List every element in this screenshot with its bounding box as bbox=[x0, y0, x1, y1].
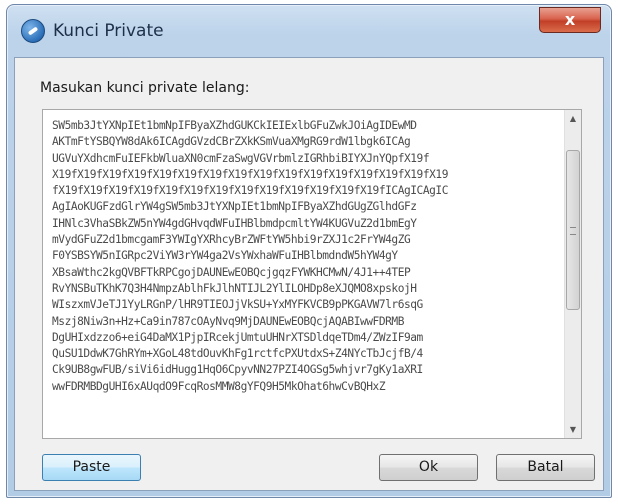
close-button[interactable]: x bbox=[539, 7, 601, 33]
private-key-textarea[interactable]: SW5mb3JtYXNpIEt1bmNpIFByaXZhdGUKCkIEIExl… bbox=[42, 109, 582, 439]
text-line: X19fX19fX19fX19fX19fX19fX19fX19fX19fX19f… bbox=[52, 167, 448, 181]
text-line: DgUHIxdzzo6+eiG4DaMX1PjpIRcekjUmtuUHNrXT… bbox=[52, 330, 423, 344]
text-line: IHNlc3VhaSBkZW5nYW4gdGHvqdWFuIHBlbmdpcml… bbox=[52, 216, 417, 230]
vertical-scrollbar[interactable]: ▲ ▼ bbox=[564, 110, 581, 438]
dialog-window: Kunci Private x Masukan kunci private le… bbox=[6, 4, 612, 498]
cancel-button[interactable]: Batal bbox=[496, 454, 595, 481]
text-line: SW5mb3JtYXNpIEt1bmNpIFByaXZhdGUKCkIEIExl… bbox=[52, 119, 417, 132]
text-line: wwFDRMBDgUHI6xAUqdO9FcqRosMMW8gYFQ9H5MkO… bbox=[52, 379, 386, 393]
text-line: Ck9UB8gwFUB/siVi6idHugg1HqO6CpyvNN27PZI4… bbox=[52, 363, 423, 377]
text-line: WIszxmVJeTJ1YyLRGnP/lHR9TIEOJjVkSU+YxMYF… bbox=[52, 298, 423, 312]
app-globe-icon bbox=[21, 19, 45, 43]
dialog-body: Masukan kunci private lelang: SW5mb3JtYX… bbox=[14, 57, 604, 491]
ok-button[interactable]: Ok bbox=[379, 454, 478, 481]
private-key-text[interactable]: SW5mb3JtYXNpIEt1bmNpIFByaXZhdGUKCkIEIExl… bbox=[52, 118, 556, 434]
scroll-thumb[interactable] bbox=[566, 150, 580, 310]
prompt-label: Masukan kunci private lelang: bbox=[40, 80, 250, 96]
scroll-up-arrow-icon[interactable]: ▲ bbox=[565, 110, 581, 127]
text-line: RvYNSBuTKhK7Q3H4NmpzAblhFkJlhNTIJL2YlILO… bbox=[52, 281, 417, 295]
scroll-grip-icon bbox=[570, 227, 576, 235]
text-line: fX19fX19fX19fX19fX19fX19fX19fX19fX19fX19… bbox=[52, 184, 448, 198]
paste-button[interactable]: Paste bbox=[42, 454, 141, 481]
text-line: XBsaWthc2kgQVBFTkRPCgojDAUNEwEOBQcjgqzFY… bbox=[52, 265, 411, 279]
text-line: AgIAoKUGFzdGlrYW4gSW5mb3JtYXNpIEt1bmNpIF… bbox=[52, 200, 417, 214]
title-bar[interactable]: Kunci Private x bbox=[7, 5, 611, 57]
text-line: UGVuYXdhcmFuIEFkbWluaXN0cmFzaSwgVGVrbmlz… bbox=[52, 151, 430, 165]
text-line: AKTmFtYSBQYW8dAk6ICAgdGVzdCBrZXkKSmVuaXM… bbox=[52, 135, 411, 149]
text-line: QuSU1DdwK7GhRYm+XGoL48tdOuvKhFg1rctfcPXU… bbox=[52, 347, 423, 361]
scroll-down-arrow-icon[interactable]: ▼ bbox=[565, 421, 581, 438]
text-line: Mszj8Niw3n+Hz+Ca9in787cOAyNvq9MjDAUNEwEO… bbox=[52, 314, 404, 328]
window-title: Kunci Private bbox=[53, 21, 164, 41]
text-line: mVydGFuZ2d1bmcgamF3YWIgYXRhcyBrZWFtYW5hb… bbox=[52, 233, 411, 247]
text-line: F0YSBSYW5nIGRpc2ViYW3rYW4ga2VsYWxhaWFuIH… bbox=[52, 249, 398, 263]
